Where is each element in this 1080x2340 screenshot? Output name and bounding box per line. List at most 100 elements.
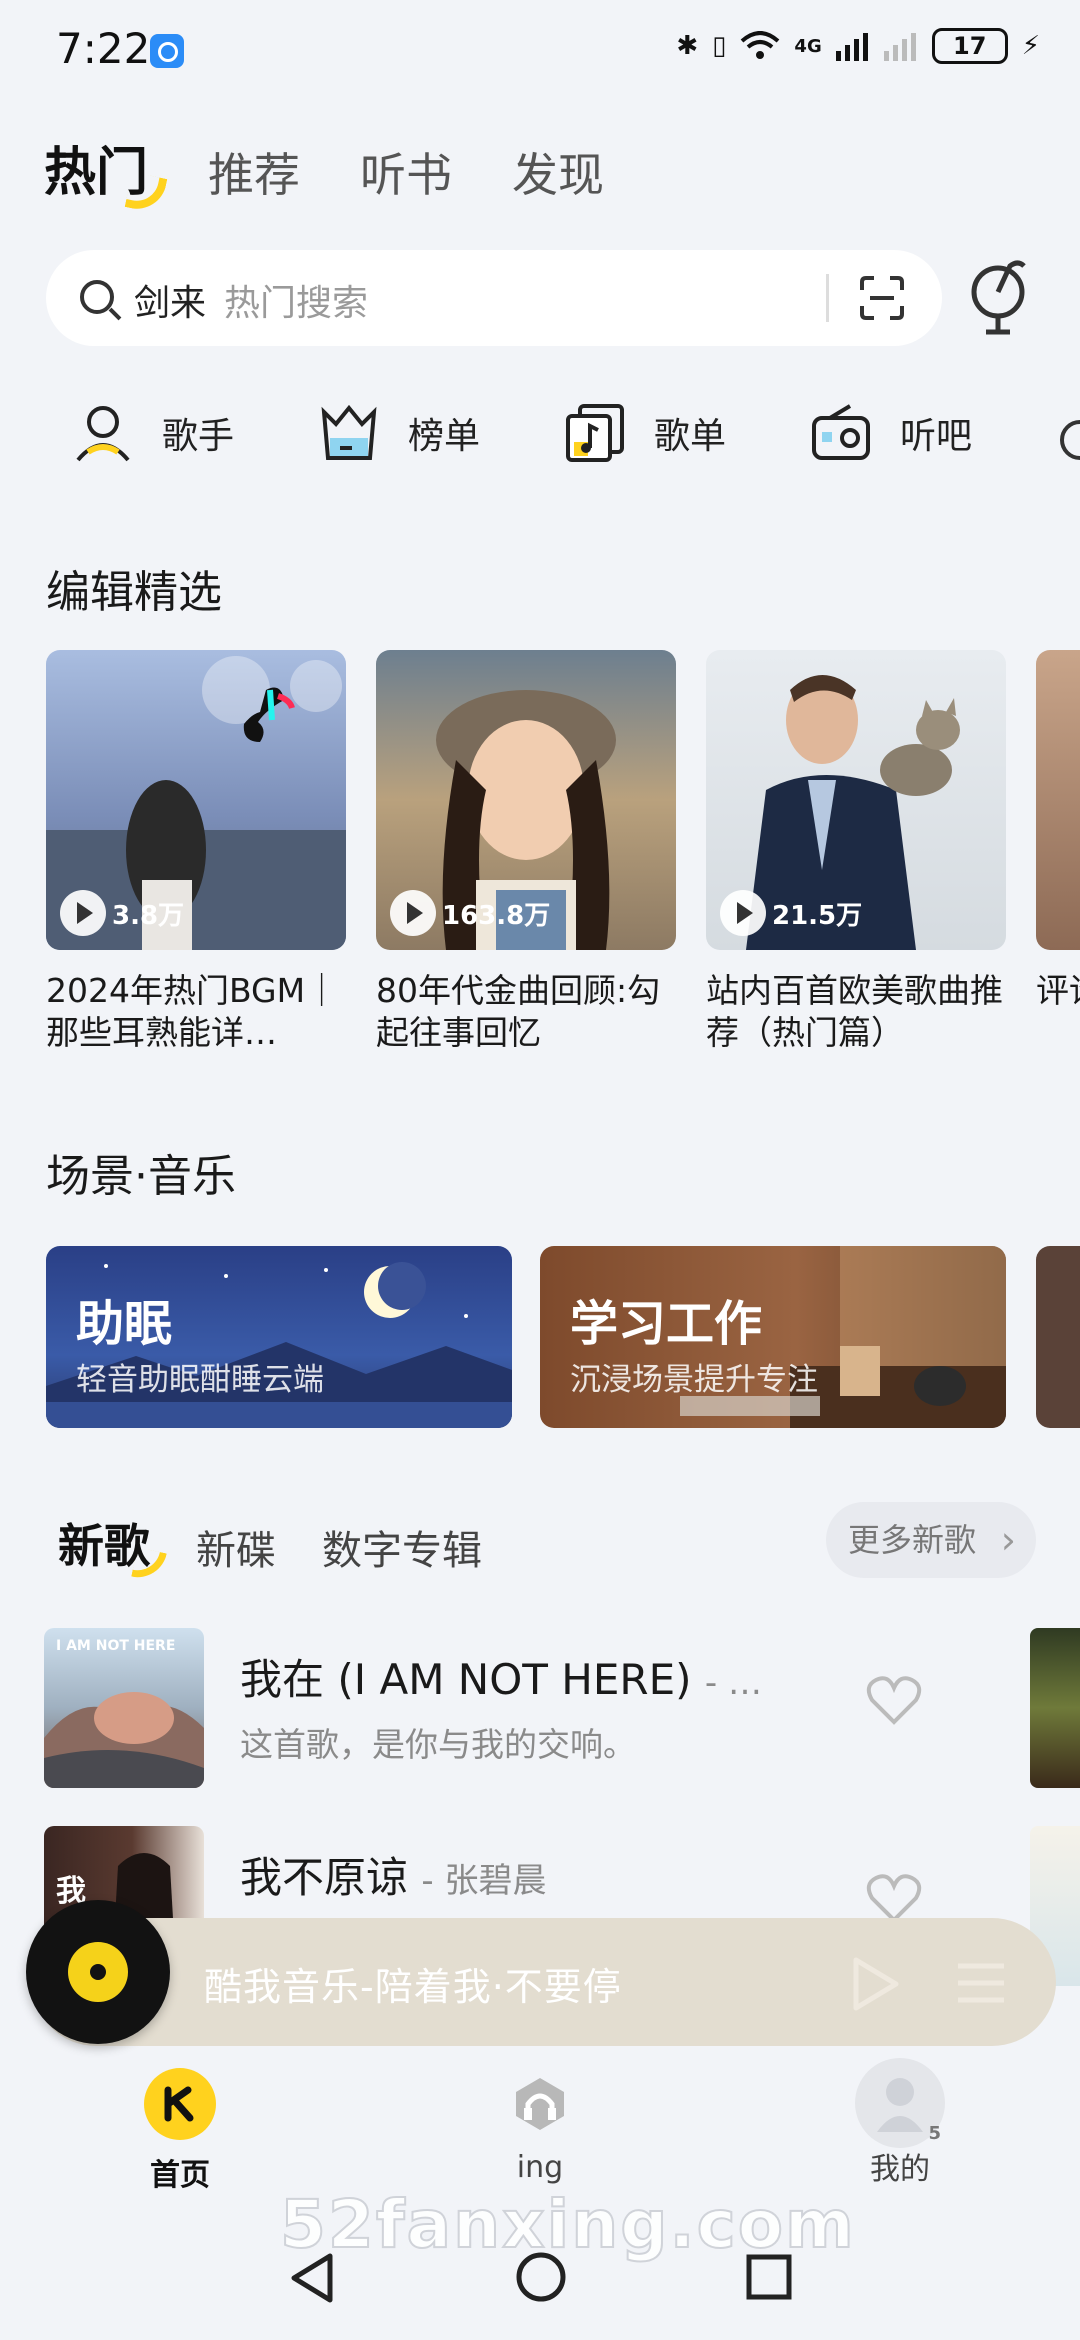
quick-entry-playlist[interactable]: 歌单 <box>564 402 810 464</box>
song-title: 我在 (I AM NOT HERE) - … <box>240 1646 762 1707</box>
nav-home[interactable]: 首页 <box>110 2068 250 2194</box>
editorial-card[interactable]: 163.8万 80年代金曲回顾:勾起往事回忆 <box>376 650 676 1054</box>
card-cover <box>1036 650 1080 950</box>
song-title-text: 我不原谅 <box>240 1853 409 1902</box>
playlist-menu-icon[interactable] <box>956 1960 1006 2006</box>
notification-app-icon <box>150 34 184 68</box>
nav-ing[interactable]: ing <box>470 2068 610 2185</box>
recents-icon[interactable] <box>744 2252 794 2302</box>
chart-icon <box>321 404 377 460</box>
wifi-icon <box>741 31 780 59</box>
search-bar[interactable]: 剑来 热门搜索 <box>46 250 942 346</box>
song-description: 这首歌，是你与我的交响。 <box>240 1725 636 1764</box>
radio-icon <box>812 404 870 460</box>
quick-entry-chart[interactable]: 榜单 <box>318 402 564 464</box>
nav-label: 我的 <box>870 2152 930 2187</box>
card-cover: 21.5万 <box>706 650 1006 950</box>
song-side-thumbnail <box>1030 1628 1080 1788</box>
section-title-editorial: 编辑精选 <box>46 567 222 618</box>
song-cover: I AM NOT HERE <box>44 1628 204 1788</box>
player-track-text: 酷我音乐-陪着我·不要停 <box>204 1965 622 2009</box>
song-title: 我不原谅 - 张碧晨 <box>240 1844 546 1905</box>
scene-title: 学习工作 <box>570 1296 763 1352</box>
favorite-heart-icon[interactable] <box>866 1874 922 1924</box>
singer-icon <box>76 406 130 462</box>
search-input-value[interactable]: 剑来 <box>134 274 206 326</box>
card-title: 80年代金曲回顾:勾起往事回忆 <box>376 971 661 1052</box>
play-count: 163.8万 <box>390 890 550 936</box>
section-title-scene: 场景·音乐 <box>46 1151 236 1202</box>
playlist-icon <box>566 404 624 462</box>
card-cover: 3.8万 <box>46 650 346 950</box>
card-title: 站内百首欧美歌曲推荐（热门篇） <box>706 971 1003 1052</box>
bottom-nav: 首页 ing 5 我的 <box>0 2058 1080 2200</box>
nav-label: 首页 <box>150 2158 210 2193</box>
tab-discover[interactable]: 发现 <box>512 139 604 205</box>
scene-subtitle: 轻音助眠酣睡云端 <box>76 1362 324 1398</box>
tab-new-albums[interactable]: 新碟 <box>196 1518 276 1576</box>
quick-entries: 歌手 榜单 歌单 听吧 <box>72 402 1056 464</box>
play-count: 3.8万 <box>60 890 184 936</box>
active-tab-indicator <box>124 171 168 215</box>
play-icon <box>390 890 436 936</box>
bluetooth-icon: ✱ <box>676 31 699 61</box>
tab-new-songs[interactable]: 新歌 <box>58 1510 167 1583</box>
new-songs-tabs: 新歌 新碟 数字专辑 <box>58 1510 482 1583</box>
tab-recommend[interactable]: 推荐 <box>208 139 300 205</box>
card-title: 评论对口 <box>1036 971 1080 1010</box>
search-divider <box>826 274 829 322</box>
cover-text: I AM NOT HERE <box>56 1638 176 1654</box>
editorial-card[interactable]: 评论对口 <box>1036 650 1080 1054</box>
card-cover: 163.8万 <box>376 650 676 950</box>
song-row[interactable]: I AM NOT HERE 我在 (I AM NOT HERE) - … 这首歌… <box>44 1628 1080 1788</box>
tab-digital-albums[interactable]: 数字专辑 <box>322 1518 482 1576</box>
nav-mine[interactable]: 5 我的 <box>830 2058 970 2188</box>
tab-label: 新碟 <box>196 1528 276 1574</box>
scene-card-sleep[interactable]: 助眠 轻音助眠酣睡云端 <box>46 1246 512 1428</box>
tab-hot[interactable]: 热门 <box>44 130 168 215</box>
play-icon <box>720 890 766 936</box>
quick-entry-label: 榜单 <box>408 416 481 457</box>
play-count-text: 163.8万 <box>442 900 551 931</box>
status-time: 7:22 <box>56 24 151 73</box>
charging-icon: ⚡ <box>1021 31 1040 61</box>
nav-label: ing <box>516 2150 564 2185</box>
more-entry-icon[interactable] <box>1060 420 1080 460</box>
headphone-icon <box>504 2068 576 2140</box>
battery-indicator: 17 <box>931 28 1008 64</box>
tab-label: 发现 <box>512 148 605 202</box>
system-nav-bar <box>0 2240 1080 2340</box>
song-title-text: 我在 (I AM NOT HERE) <box>240 1655 692 1704</box>
active-tab-indicator <box>131 1547 167 1583</box>
play-icon[interactable] <box>850 1956 900 2012</box>
scene-title: 助眠 <box>76 1296 173 1352</box>
level-badge: 5 <box>928 2123 941 2144</box>
song-artist: - 张碧晨 <box>421 1861 547 1901</box>
recognize-music-icon[interactable] <box>966 256 1036 336</box>
editorial-card[interactable]: 3.8万 2024年热门BGM｜那些耳熟能详… <box>46 650 346 1054</box>
scan-icon[interactable] <box>860 276 904 320</box>
network-type: 4G <box>794 35 822 57</box>
play-count-text: 21.5万 <box>772 900 863 931</box>
search-icon <box>80 280 114 314</box>
scene-card-partial[interactable] <box>1036 1246 1080 1428</box>
back-icon[interactable] <box>286 2250 336 2306</box>
player-disc-icon[interactable] <box>26 1900 170 2044</box>
more-new-songs-button[interactable]: 更多新歌 <box>826 1502 1036 1578</box>
scene-subtitle: 沉浸场景提升专注 <box>570 1362 818 1398</box>
quick-entry-singer[interactable]: 歌手 <box>72 402 318 464</box>
quick-entry-radio[interactable]: 听吧 <box>810 402 1056 464</box>
editorial-card[interactable]: 21.5万 站内百首欧美歌曲推荐（热门篇） <box>706 650 1006 1054</box>
tab-audiobook[interactable]: 听书 <box>360 139 452 205</box>
quick-entry-label: 歌手 <box>162 416 235 457</box>
vibrate-icon: ▯ <box>712 31 727 61</box>
tab-label: 听书 <box>360 148 453 202</box>
favorite-heart-icon[interactable] <box>866 1676 922 1726</box>
home-logo-icon <box>144 2068 216 2140</box>
scene-card-study[interactable]: 学习工作 沉浸场景提升专注 <box>540 1246 1006 1428</box>
search-placeholder: 热门搜索 <box>224 283 369 324</box>
play-icon <box>60 890 106 936</box>
home-icon[interactable] <box>514 2250 568 2304</box>
status-icons: ✱ ▯ 4G 17 ⚡ <box>676 28 1040 64</box>
card-title: 2024年热门BGM｜那些耳熟能详… <box>46 971 339 1052</box>
